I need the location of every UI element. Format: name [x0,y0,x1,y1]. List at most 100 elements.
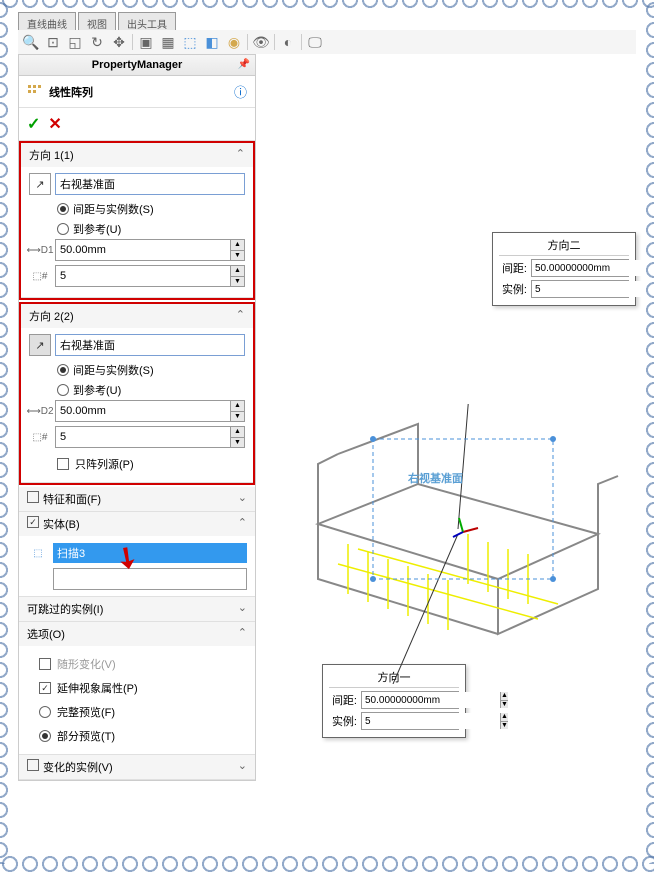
body-icon: ⬚ [27,542,49,564]
spin-down[interactable]: ▼ [231,251,244,261]
collapse-icon: ⌃ [238,626,247,642]
cube-icon[interactable]: ⬚ [181,33,199,51]
checkbox-icon [27,759,39,771]
display-style-icon[interactable]: ▦ [159,33,177,51]
expand-icon: ⌄ [238,759,247,775]
scene-icon[interactable]: ◉ [225,33,243,51]
dir2-spacing-radio[interactable]: 间距与实例数(S) [29,360,245,380]
callout-spacing-spinner[interactable]: ▲▼ [361,691,459,709]
spin-down[interactable]: ▼ [231,438,244,448]
zoom-fit-icon[interactable]: ⊡ [44,33,62,51]
change-inst-header[interactable]: 变化的实例(V) ⌄ [19,755,255,779]
section-icon[interactable]: ▣ [137,33,155,51]
pm-header: PropertyManager 📌 [19,55,255,76]
direction-1-header[interactable]: 方向 1(1) ⌃ [21,143,253,167]
spin-up[interactable]: ▲ [231,266,244,277]
spin-up[interactable]: ▲ [231,401,244,412]
spacing-d1-icon: ⟷D1 [29,239,51,261]
geometry-pattern-check[interactable]: 延伸视象属性(P) [27,676,247,700]
dir2-distance-spinner[interactable]: ▲▼ [55,400,245,422]
spin-up[interactable]: ▲ [231,427,244,438]
full-preview-radio[interactable]: 完整预览(F) [27,700,247,724]
checkbox-icon [39,682,51,694]
dir1-count-input[interactable] [56,266,230,286]
dir2-upto-radio[interactable]: 到参考(U) [29,380,245,400]
rotate-icon[interactable]: ↻ [88,33,106,51]
expand-icon: ⌄ [238,491,247,507]
radio-icon [57,364,69,376]
spacing-d2-icon: ⟷D2 [29,400,51,422]
direction-2-section: 方向 2(2) ⌃ ↗ 右视基准面 间距与实例数(S) 到参考(U) ⟷D2 ▲… [21,304,253,483]
collapse-icon: ⌃ [236,308,245,324]
dir1-reference-input[interactable]: 右视基准面 [55,173,245,195]
pan-icon[interactable]: ✥ [110,33,128,51]
pm-feature-name: 线性阵列 [49,84,234,100]
graphics-viewport[interactable]: PropertyManager 📌 线性阵列 ⓘ ✓ ✕ 方向 1(1) ⌃ ↗… [18,54,636,846]
callout-count-spinner[interactable]: ▲▼ [361,712,459,730]
change-inst-section: 变化的实例(V) ⌄ [19,755,255,780]
count-icon: ⬚# [29,265,51,287]
expand-icon: ⌄ [238,601,247,617]
radio-icon [39,730,51,742]
callout-count-spinner[interactable]: ▲▼ [531,280,629,298]
skip-header[interactable]: 可跳过的实例(I) ⌄ [19,597,255,621]
spin-down[interactable]: ▼ [231,277,244,287]
reverse-dir1-button[interactable]: ↗ [29,173,51,195]
hide-show-icon[interactable]: 👁 [252,33,270,51]
collapse-icon: ⌃ [238,516,247,532]
dir2-count-input[interactable] [56,427,230,447]
callout-spacing-spinner[interactable]: ▲▼ [531,259,629,277]
help-icon[interactable]: ⓘ [234,82,247,101]
cancel-button[interactable]: ✕ [48,114,61,134]
skip-section: 可跳过的实例(I) ⌄ [19,597,255,622]
radio-icon [39,706,51,718]
vary-sketch-check[interactable]: 随形变化(V) [27,652,247,676]
callout2-title: 方向二 [499,237,629,256]
dir2-reference-input[interactable]: 右视基准面 [55,334,245,356]
property-manager-panel: PropertyManager 📌 线性阵列 ⓘ ✓ ✕ 方向 1(1) ⌃ ↗… [18,54,256,781]
pm-actions: ✓ ✕ [19,108,255,141]
zoom-area-icon[interactable]: ◱ [66,33,84,51]
direction-2-highlight: 方向 2(2) ⌃ ↗ 右视基准面 间距与实例数(S) 到参考(U) ⟷D2 ▲… [19,302,255,485]
reverse-dir2-button[interactable]: ↗ [29,334,51,356]
checkbox-icon [27,491,39,503]
3d-model: 右视基准面 [278,404,628,684]
bodies-header[interactable]: 实体(B) ⌃ [19,512,255,536]
direction-1-title: 方向 1(1) [29,147,74,163]
magnify-icon[interactable]: 🔍 [22,33,40,51]
direction-2-title: 方向 2(2) [29,308,74,324]
checkbox-icon [39,658,51,670]
direction-1-section: 方向 1(1) ⌃ ↗ 右视基准面 间距与实例数(S) 到参考(U) ⟷D1 ▲… [21,143,253,298]
body-list-empty[interactable] [53,568,247,590]
dir2-count-spinner[interactable]: ▲▼ [55,426,245,448]
dir1-upto-radio[interactable]: 到参考(U) [29,219,245,239]
partial-preview-radio[interactable]: 部分预览(T) [27,724,247,748]
body-selection[interactable]: 扫描3 [53,543,247,563]
checkbox-icon [57,458,69,470]
only-source-check[interactable]: 只阵列源(P) [29,452,245,476]
cube2-icon[interactable]: ◧ [203,33,221,51]
plane-label: 右视基准面 [407,471,463,485]
dir1-distance-input[interactable] [56,240,230,260]
dir2-distance-input[interactable] [56,401,230,421]
options-section: 选项(O) ⌃ 随形变化(V) 延伸视象属性(P) 完整预览(F) 部分预览(T… [19,622,255,755]
spin-down[interactable]: ▼ [231,412,244,422]
direction-2-callout[interactable]: 方向二 间距: ▲▼ 实例: ▲▼ [492,232,636,306]
viewport-icon[interactable]: 🖵 [306,33,324,51]
checkbox-icon [27,516,39,528]
radio-icon [57,203,69,215]
direction-2-header[interactable]: 方向 2(2) ⌃ [21,304,253,328]
radio-icon [57,384,69,396]
pin-icon[interactable]: 📌 [237,59,251,73]
collapse-icon: ⌃ [236,147,245,163]
spin-up[interactable]: ▲ [231,240,244,251]
ok-button[interactable]: ✓ [27,114,40,134]
options-header[interactable]: 选项(O) ⌃ [19,622,255,646]
dir1-spacing-radio[interactable]: 间距与实例数(S) [29,199,245,219]
pm-title-row: 线性阵列 ⓘ [19,76,255,108]
count-icon: ⬚# [29,426,51,448]
appearance-icon[interactable]: ◐ [279,33,297,51]
feat-faces-header[interactable]: 特征和面(F) ⌄ [19,487,255,511]
dir1-distance-spinner[interactable]: ▲▼ [55,239,245,261]
dir1-count-spinner[interactable]: ▲▼ [55,265,245,287]
